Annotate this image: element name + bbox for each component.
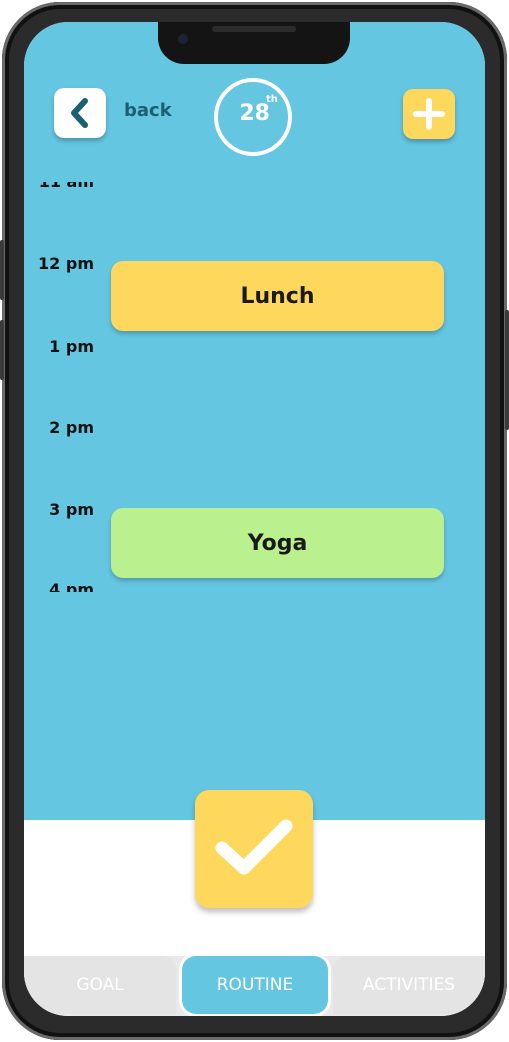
bottom-tab-bar: GOAL ROUTINE ACTIVITIES <box>24 956 485 1016</box>
add-activity-button[interactable] <box>403 89 455 139</box>
phone-volume-down <box>0 320 4 380</box>
tab-routine[interactable]: ROUTINE <box>182 956 328 1014</box>
tab-activities[interactable]: ACTIVITIES <box>333 956 485 1014</box>
phone-side-button <box>505 310 509 430</box>
hour-label: 11 am <box>24 182 94 191</box>
chevron-left-icon <box>71 98 88 128</box>
routine-timeline[interactable]: 11 am 12 pm 1 pm 2 pm 3 pm 4 pm Lunch Yo… <box>24 182 485 592</box>
event-yoga[interactable]: Yoga <box>111 508 444 578</box>
plus-icon <box>413 98 445 130</box>
app-screen: back 28 th 11 am 12 pm 1 pm 2 pm 3 pm 4 … <box>24 22 485 1016</box>
back-button[interactable] <box>54 88 106 138</box>
back-label[interactable]: back <box>124 100 172 121</box>
confirm-button[interactable] <box>195 790 313 908</box>
date-suffix: th <box>266 94 278 105</box>
event-label: Lunch <box>240 283 315 309</box>
hour-label: 3 pm <box>49 500 94 519</box>
phone-volume-up <box>0 240 4 300</box>
tab-goal[interactable]: GOAL <box>24 956 176 1014</box>
date-indicator: 28 th <box>214 78 292 156</box>
speaker-grille <box>212 26 296 32</box>
hour-label: 4 pm <box>49 580 94 592</box>
event-label: Yoga <box>247 530 308 556</box>
date-day: 28 <box>239 101 270 126</box>
phone-notch <box>158 22 350 64</box>
hour-label: 12 pm <box>38 254 94 273</box>
camera-icon <box>178 34 188 44</box>
hour-label: 1 pm <box>49 337 94 356</box>
hour-label: 2 pm <box>49 418 94 437</box>
event-lunch[interactable]: Lunch <box>111 261 444 331</box>
checkmark-icon <box>215 819 293 875</box>
